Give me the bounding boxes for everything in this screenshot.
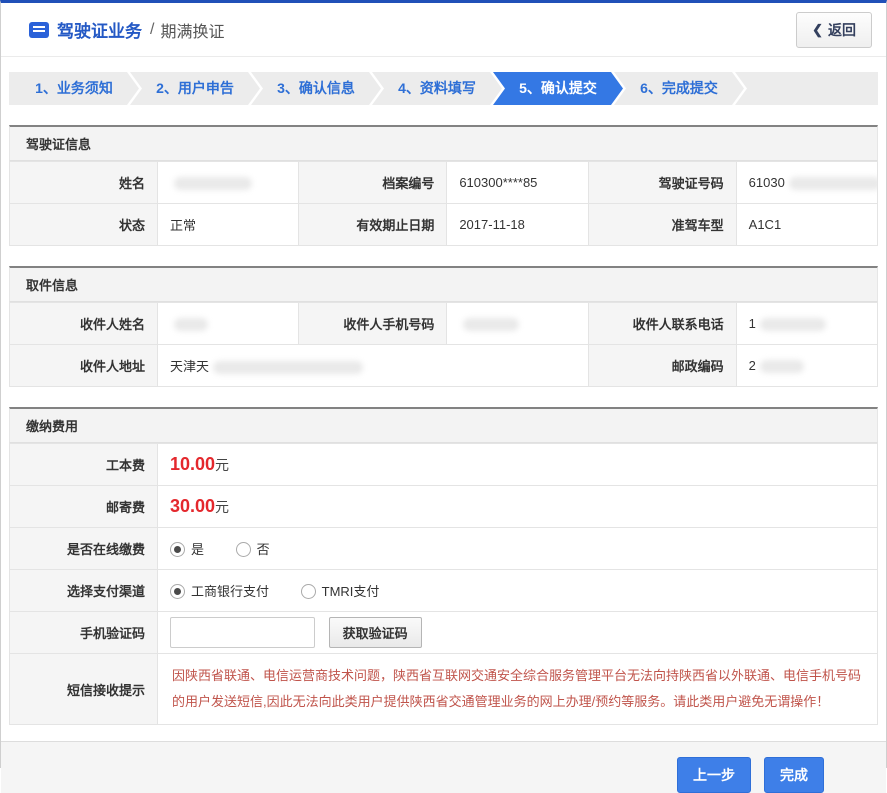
payment-section: 缴纳费用 工本费 10.00元 邮寄费 30.00元 是否在线缴费 是 否 选择…	[9, 407, 878, 725]
radio-channel-icbc-label: 工商银行支付	[191, 584, 270, 599]
back-button[interactable]: ❮ 返回	[796, 11, 872, 48]
postal-code-label: 邮政编码	[587, 344, 737, 387]
mail-fee-value: 30.00元	[157, 485, 878, 528]
sms-tip-label: 短信接收提示	[9, 653, 158, 725]
redacted-recipient-mobile	[463, 318, 520, 332]
recipient-name-value	[156, 302, 300, 345]
status-value: 正常	[156, 203, 300, 246]
pickup-info-title: 取件信息	[9, 266, 878, 302]
tab-step-5-active[interactable]: 5、确认提交	[493, 72, 623, 105]
form-list-icon	[29, 21, 49, 38]
pay-channel-label: 选择支付渠道	[9, 569, 158, 612]
back-button-label: 返回	[828, 21, 856, 38]
redacted-license-no	[788, 177, 877, 191]
sms-code-input[interactable]	[170, 617, 315, 648]
status-label: 状态	[9, 203, 158, 246]
previous-step-button[interactable]: 上一步	[677, 757, 751, 793]
table-row: 收件人姓名 收件人手机号码 收件人联系电话 1	[9, 302, 879, 345]
tab-step-2[interactable]: 2、用户申告	[130, 72, 260, 105]
finish-button[interactable]: 完成	[764, 757, 824, 793]
page-header: 驾驶证业务 / 期满换证 ❮ 返回	[1, 3, 886, 57]
postal-code-value: 2	[735, 344, 879, 387]
vehicle-class-label: 准驾车型	[587, 203, 737, 246]
license-no-value: 61030X	[735, 161, 879, 204]
recipient-address-label: 收件人地址	[9, 344, 158, 387]
work-fee-amount: 10.00	[170, 454, 216, 474]
table-row: 选择支付渠道 工商银行支付 TMRI支付	[9, 569, 878, 612]
file-no-label: 档案编号	[298, 161, 448, 204]
page: 驾驶证业务 / 期满换证 ❮ 返回 1、业务须知 2、用户申告 3、确认信息 4…	[0, 0, 887, 793]
get-code-button[interactable]: 获取验证码	[328, 617, 422, 648]
table-row: 手机验证码 获取验证码	[9, 611, 878, 654]
recipient-phone-value: 1	[735, 302, 879, 345]
footer-bar: 上一步 完成	[1, 741, 886, 793]
redacted-recipient-phone	[759, 318, 826, 332]
license-no-prefix: 61030	[748, 174, 785, 190]
radio-channel-tmri[interactable]	[300, 584, 316, 599]
radio-online-no[interactable]	[235, 542, 251, 557]
tab-step-6[interactable]: 6、完成提交	[614, 72, 744, 105]
radio-online-yes-label: 是	[191, 542, 205, 557]
table-row: 姓名 档案编号 610300****85 驾驶证号码 61030X	[9, 161, 879, 204]
pickup-info-table: 收件人姓名 收件人手机号码 收件人联系电话 1 收件人地址 天津天 邮政编码 2	[9, 302, 879, 387]
table-row: 工本费 10.00元	[9, 443, 878, 486]
currency-unit: 元	[215, 457, 230, 473]
work-fee-label: 工本费	[9, 443, 158, 486]
recipient-phone-label: 收件人联系电话	[587, 302, 737, 345]
page-title: 驾驶证业务	[57, 22, 142, 41]
payment-table: 工本费 10.00元 邮寄费 30.00元 是否在线缴费 是 否 选择支付渠道 …	[9, 443, 878, 725]
postal-code-prefix: 2	[748, 357, 756, 373]
payment-title: 缴纳费用	[9, 407, 878, 443]
expiry-label: 有效期止日期	[298, 203, 448, 246]
mail-fee-label: 邮寄费	[9, 485, 158, 528]
expiry-value: 2017-11-18	[446, 203, 589, 246]
redacted-name	[174, 177, 252, 191]
sms-tip-cell: 因陕西省联通、电信运营商技术问题，陕西省互联网交通安全综合服务管理平台无法向持陕…	[157, 653, 878, 725]
table-row: 邮寄费 30.00元	[9, 485, 878, 528]
sms-code-field-cell: 获取验证码	[157, 611, 878, 654]
radio-online-yes[interactable]	[170, 542, 185, 557]
redacted-recipient-name	[174, 318, 208, 332]
name-label: 姓名	[9, 161, 158, 204]
tab-step-4[interactable]: 4、资料填写	[372, 72, 502, 105]
recipient-address-prefix: 天津天	[170, 359, 210, 374]
vehicle-class-value: A1C1	[735, 203, 879, 246]
license-no-label: 驾驶证号码	[587, 161, 737, 204]
tab-bar-filler	[735, 72, 878, 105]
breadcrumb-current: 期满换证	[160, 23, 225, 41]
online-pay-options: 是 否	[157, 527, 878, 570]
redacted-recipient-address	[213, 361, 364, 375]
tab-step-1[interactable]: 1、业务须知	[9, 72, 139, 105]
recipient-name-label: 收件人姓名	[9, 302, 158, 345]
radio-channel-icbc[interactable]	[170, 584, 185, 599]
sms-code-label: 手机验证码	[9, 611, 158, 654]
pay-channel-options: 工商银行支付 TMRI支付	[157, 569, 878, 612]
radio-online-no-label: 否	[256, 542, 270, 557]
file-no-value: 610300****85	[446, 161, 589, 204]
radio-channel-tmri-label: TMRI支付	[321, 584, 380, 599]
table-row: 是否在线缴费 是 否	[9, 527, 878, 570]
sms-tip-text: 因陕西省联通、电信运营商技术问题，陕西省互联网交通安全综合服务管理平台无法向持陕…	[172, 668, 862, 709]
license-info-table: 姓名 档案编号 610300****85 驾驶证号码 61030X 状态 正常 …	[9, 161, 879, 246]
recipient-mobile-value	[446, 302, 589, 345]
license-info-title: 驾驶证信息	[9, 125, 878, 161]
name-value	[156, 161, 300, 204]
recipient-mobile-label: 收件人手机号码	[298, 302, 448, 345]
currency-unit: 元	[215, 499, 230, 515]
work-fee-value: 10.00元	[157, 443, 878, 486]
license-info-section: 驾驶证信息 姓名 档案编号 610300****85 驾驶证号码 61030X …	[9, 125, 879, 246]
online-pay-label: 是否在线缴费	[9, 527, 158, 570]
redacted-postal-code	[759, 360, 804, 374]
step-tabs: 1、业务须知 2、用户申告 3、确认信息 4、资料填写 5、确认提交 6、完成提…	[9, 72, 878, 105]
breadcrumb-separator: /	[150, 20, 155, 38]
recipient-address-value: 天津天	[157, 344, 589, 387]
table-row: 短信接收提示 因陕西省联通、电信运营商技术问题，陕西省互联网交通安全综合服务管理…	[9, 653, 878, 725]
pickup-info-section: 取件信息 收件人姓名 收件人手机号码 收件人联系电话 1 收件人地址 天津天 邮…	[9, 266, 879, 387]
chevron-left-icon: ❮	[812, 21, 823, 37]
table-row: 状态 正常 有效期止日期 2017-11-18 准驾车型 A1C1	[9, 203, 879, 246]
recipient-phone-prefix: 1	[748, 315, 756, 331]
tab-step-3[interactable]: 3、确认信息	[251, 72, 381, 105]
table-row: 收件人地址 天津天 邮政编码 2	[9, 344, 879, 387]
mail-fee-amount: 30.00	[170, 496, 216, 516]
